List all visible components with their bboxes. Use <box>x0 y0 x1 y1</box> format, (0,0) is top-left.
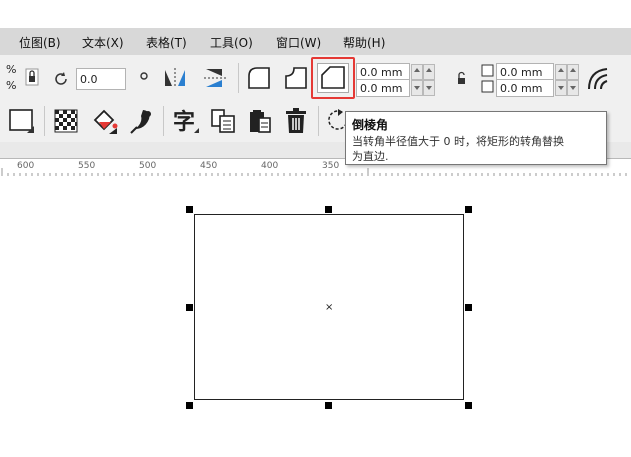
corner-top-icon <box>481 64 494 80</box>
tooltip: 倒棱角 当转角半径值大于 0 时，将矩形的转角替换 为直边. <box>345 111 607 165</box>
spin-down-4[interactable] <box>567 80 579 96</box>
relative-corner-scaling-icon[interactable] <box>585 65 613 96</box>
trash-icon[interactable] <box>283 107 309 138</box>
fill-icon[interactable] <box>91 108 119 139</box>
separator <box>163 106 164 136</box>
link-icon[interactable] <box>456 70 468 89</box>
paste-icon[interactable] <box>247 108 273 137</box>
eyedropper-icon[interactable] <box>129 107 155 138</box>
svg-text:字: 字 <box>173 109 195 135</box>
chamfer-corner-icon[interactable] <box>317 63 349 96</box>
selection-handle[interactable] <box>186 206 193 213</box>
ruler-label: 600 <box>17 161 35 171</box>
round-corner-icon[interactable] <box>245 64 273 95</box>
scallop-corner-icon[interactable] <box>282 64 310 95</box>
tooltip-body: 当转角半径值大于 0 时，将矩形的转角替换 为直边. <box>352 134 600 164</box>
corner-height-bottom-input[interactable] <box>496 79 554 97</box>
menu-text[interactable]: 文本(X) <box>82 34 124 51</box>
percent-label-top: % <box>6 63 17 76</box>
rotation-angle-input[interactable] <box>76 68 126 90</box>
tooltip-line: 为直边. <box>352 150 389 163</box>
ruler-label: 550 <box>78 161 96 171</box>
menu-bitmap[interactable]: 位图(B) <box>19 34 61 51</box>
degree-icon <box>139 70 149 84</box>
selection-handle[interactable] <box>465 206 472 213</box>
lock-ratio-icon[interactable] <box>24 68 40 89</box>
ruler-label: 500 <box>139 161 157 171</box>
selection-handle[interactable] <box>186 402 193 409</box>
rectangle-icon[interactable] <box>8 108 36 137</box>
text-icon[interactable]: 字 <box>172 107 200 138</box>
spin-up-2[interactable] <box>423 64 435 80</box>
menu-table[interactable]: 表格(T) <box>146 34 187 51</box>
center-marker-icon: × <box>325 302 334 313</box>
mirror-horizontal-icon[interactable] <box>162 66 188 93</box>
spin-up-1[interactable] <box>411 64 423 80</box>
paragraph-text-icon[interactable] <box>210 108 236 137</box>
rotate-icon[interactable] <box>52 70 70 91</box>
corner-width-bottom-input[interactable] <box>356 79 410 97</box>
selection-handle[interactable] <box>465 402 472 409</box>
spin-down-1[interactable] <box>411 80 423 96</box>
spin-down-3[interactable] <box>555 80 567 96</box>
corner-bottom-icon <box>481 80 494 96</box>
menu-tools[interactable]: 工具(O) <box>210 34 253 51</box>
selection-handle[interactable] <box>325 402 332 409</box>
menu-window[interactable]: 窗口(W) <box>276 34 321 51</box>
ruler-label: 350 <box>322 161 340 171</box>
spin-down-2[interactable] <box>423 80 435 96</box>
tooltip-title: 倒棱角 <box>352 118 389 132</box>
mirror-vertical-icon[interactable] <box>202 66 228 93</box>
separator <box>318 106 319 136</box>
tooltip-line: 当转角半径值大于 0 时，将矩形的转角替换 <box>352 135 564 148</box>
separator <box>44 106 45 136</box>
selection-handle[interactable] <box>325 206 332 213</box>
selection-handle[interactable] <box>186 304 193 311</box>
ruler-label: 450 <box>200 161 218 171</box>
separator <box>238 63 239 93</box>
menu-help[interactable]: 帮助(H) <box>343 34 385 51</box>
spin-up-3[interactable] <box>555 64 567 80</box>
transparency-icon[interactable] <box>54 109 80 138</box>
title-strip <box>0 0 631 28</box>
spin-up-4[interactable] <box>567 64 579 80</box>
selection-handle[interactable] <box>465 304 472 311</box>
percent-label-bottom: % <box>6 79 17 92</box>
ruler-label: 400 <box>261 161 279 171</box>
menu-bar: 位图(B) 文本(X) 表格(T) 工具(O) 窗口(W) 帮助(H) <box>0 28 631 55</box>
